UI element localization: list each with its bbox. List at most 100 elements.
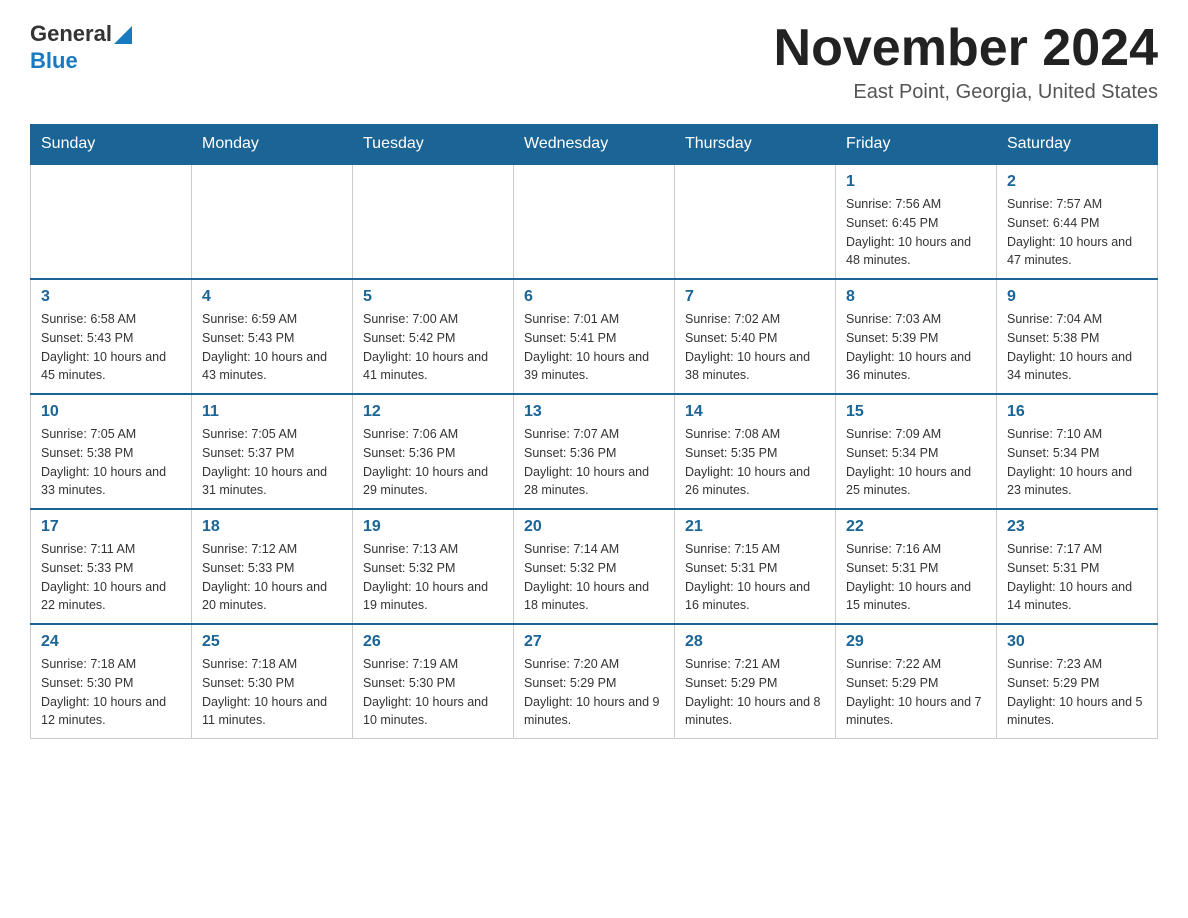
week-row-5: 24 Sunrise: 7:18 AMSunset: 5:30 PMDayligh… — [31, 624, 1158, 739]
day-info: Sunrise: 7:57 AMSunset: 6:44 PMDaylight:… — [1007, 195, 1147, 270]
day-number: 10 — [41, 403, 181, 421]
col-header-monday: Monday — [192, 125, 353, 165]
calendar-cell: 18 Sunrise: 7:12 AMSunset: 5:33 PMDayligh… — [192, 509, 353, 624]
calendar-cell: 25 Sunrise: 7:18 AMSunset: 5:30 PMDayligh… — [192, 624, 353, 739]
day-number: 29 — [846, 633, 986, 651]
col-header-saturday: Saturday — [997, 125, 1158, 165]
calendar-cell: 23Sunrise: 7:17 AMSunset: 5:31 PMDayligh… — [997, 509, 1158, 624]
day-number: 20 — [524, 518, 664, 536]
day-info: Sunrise: 7:09 AMSunset: 5:34 PMDaylight:… — [846, 425, 986, 500]
calendar-cell: 21 Sunrise: 7:15 AMSunset: 5:31 PMDayligh… — [675, 509, 836, 624]
calendar-cell — [353, 164, 514, 279]
calendar-cell: 19 Sunrise: 7:13 AMSunset: 5:32 PMDayligh… — [353, 509, 514, 624]
logo: General Blue — [30, 20, 132, 73]
day-number: 5 — [363, 288, 503, 306]
week-row-3: 10Sunrise: 7:05 AMSunset: 5:38 PMDayligh… — [31, 394, 1158, 509]
day-info: Sunrise: 7:12 AMSunset: 5:33 PMDaylight:… — [202, 540, 342, 615]
day-info: Sunrise: 6:58 AMSunset: 5:43 PMDaylight:… — [41, 310, 181, 385]
calendar-cell: 12 Sunrise: 7:06 AMSunset: 5:36 PMDayligh… — [353, 394, 514, 509]
day-number: 7 — [685, 288, 825, 306]
day-info: Sunrise: 7:13 AMSunset: 5:32 PMDaylight:… — [363, 540, 503, 615]
calendar-cell: 11 Sunrise: 7:05 AMSunset: 5:37 PMDayligh… — [192, 394, 353, 509]
calendar-cell: 30Sunrise: 7:23 AMSunset: 5:29 PMDayligh… — [997, 624, 1158, 739]
calendar-cell: 10Sunrise: 7:05 AMSunset: 5:38 PMDayligh… — [31, 394, 192, 509]
day-number: 28 — [685, 633, 825, 651]
calendar-cell: 2 Sunrise: 7:57 AMSunset: 6:44 PMDaylight… — [997, 164, 1158, 279]
day-info: Sunrise: 7:19 AMSunset: 5:30 PMDaylight:… — [363, 655, 503, 730]
day-info: Sunrise: 7:05 AMSunset: 5:37 PMDaylight:… — [202, 425, 342, 500]
day-info: Sunrise: 7:23 AMSunset: 5:29 PMDaylight:… — [1007, 655, 1147, 730]
day-number: 21 — [685, 518, 825, 536]
calendar-cell: 9 Sunrise: 7:04 AMSunset: 5:38 PMDaylight… — [997, 279, 1158, 394]
day-number: 9 — [1007, 288, 1147, 306]
day-number: 16 — [1007, 403, 1147, 421]
day-number: 2 — [1007, 173, 1147, 191]
calendar-cell: 13 Sunrise: 7:07 AMSunset: 5:36 PMDayligh… — [514, 394, 675, 509]
calendar-cell: 28 Sunrise: 7:21 AMSunset: 5:29 PMDayligh… — [675, 624, 836, 739]
day-info: Sunrise: 6:59 AMSunset: 5:43 PMDaylight:… — [202, 310, 342, 385]
day-info: Sunrise: 7:56 AMSunset: 6:45 PMDaylight:… — [846, 195, 986, 270]
col-header-sunday: Sunday — [31, 125, 192, 165]
day-number: 24 — [41, 633, 181, 651]
day-number: 18 — [202, 518, 342, 536]
calendar-cell — [514, 164, 675, 279]
calendar-cell: 15 Sunrise: 7:09 AMSunset: 5:34 PMDayligh… — [836, 394, 997, 509]
day-number: 26 — [363, 633, 503, 651]
day-number: 11 — [202, 403, 342, 421]
calendar-cell: 8 Sunrise: 7:03 AMSunset: 5:39 PMDaylight… — [836, 279, 997, 394]
calendar-cell — [675, 164, 836, 279]
day-info: Sunrise: 7:21 AMSunset: 5:29 PMDaylight:… — [685, 655, 825, 730]
day-number: 3 — [41, 288, 181, 306]
calendar-cell: 3 Sunrise: 6:58 AMSunset: 5:43 PMDaylight… — [31, 279, 192, 394]
day-number: 25 — [202, 633, 342, 651]
calendar-cell: 22 Sunrise: 7:16 AMSunset: 5:31 PMDayligh… — [836, 509, 997, 624]
title-area: November 2024 East Point, Georgia, Unite… — [774, 20, 1158, 104]
calendar-cell: 26 Sunrise: 7:19 AMSunset: 5:30 PMDayligh… — [353, 624, 514, 739]
calendar-cell: 16 Sunrise: 7:10 AMSunset: 5:34 PMDayligh… — [997, 394, 1158, 509]
day-number: 8 — [846, 288, 986, 306]
day-info: Sunrise: 7:03 AMSunset: 5:39 PMDaylight:… — [846, 310, 986, 385]
location-title: East Point, Georgia, United States — [774, 81, 1158, 104]
logo-triangle-icon — [114, 26, 132, 44]
day-info: Sunrise: 7:11 AMSunset: 5:33 PMDaylight:… — [41, 540, 181, 615]
col-header-friday: Friday — [836, 125, 997, 165]
day-number: 19 — [363, 518, 503, 536]
day-info: Sunrise: 7:10 AMSunset: 5:34 PMDaylight:… — [1007, 425, 1147, 500]
calendar-cell: 20 Sunrise: 7:14 AMSunset: 5:32 PMDayligh… — [514, 509, 675, 624]
day-info: Sunrise: 7:22 AMSunset: 5:29 PMDaylight:… — [846, 655, 986, 730]
day-info: Sunrise: 7:02 AMSunset: 5:40 PMDaylight:… — [685, 310, 825, 385]
day-info: Sunrise: 7:18 AMSunset: 5:30 PMDaylight:… — [41, 655, 181, 730]
day-number: 15 — [846, 403, 986, 421]
day-number: 1 — [846, 173, 986, 191]
day-info: Sunrise: 7:00 AMSunset: 5:42 PMDaylight:… — [363, 310, 503, 385]
day-info: Sunrise: 7:17 AMSunset: 5:31 PMDaylight:… — [1007, 540, 1147, 615]
day-info: Sunrise: 7:14 AMSunset: 5:32 PMDaylight:… — [524, 540, 664, 615]
week-row-1: 1 Sunrise: 7:56 AMSunset: 6:45 PMDaylight… — [31, 164, 1158, 279]
month-title: November 2024 — [774, 20, 1158, 77]
day-info: Sunrise: 7:07 AMSunset: 5:36 PMDaylight:… — [524, 425, 664, 500]
day-info: Sunrise: 7:06 AMSunset: 5:36 PMDaylight:… — [363, 425, 503, 500]
day-number: 4 — [202, 288, 342, 306]
col-header-thursday: Thursday — [675, 125, 836, 165]
calendar-cell: 24 Sunrise: 7:18 AMSunset: 5:30 PMDayligh… — [31, 624, 192, 739]
week-row-4: 17 Sunrise: 7:11 AMSunset: 5:33 PMDayligh… — [31, 509, 1158, 624]
calendar-table: SundayMondayTuesdayWednesdayThursdayFrid… — [30, 124, 1158, 739]
day-number: 13 — [524, 403, 664, 421]
day-number: 17 — [41, 518, 181, 536]
day-info: Sunrise: 7:16 AMSunset: 5:31 PMDaylight:… — [846, 540, 986, 615]
calendar-cell: 17 Sunrise: 7:11 AMSunset: 5:33 PMDayligh… — [31, 509, 192, 624]
day-info: Sunrise: 7:04 AMSunset: 5:38 PMDaylight:… — [1007, 310, 1147, 385]
day-number: 14 — [685, 403, 825, 421]
calendar-cell: 1 Sunrise: 7:56 AMSunset: 6:45 PMDaylight… — [836, 164, 997, 279]
day-number: 12 — [363, 403, 503, 421]
day-number: 22 — [846, 518, 986, 536]
day-info: Sunrise: 7:18 AMSunset: 5:30 PMDaylight:… — [202, 655, 342, 730]
day-info: Sunrise: 7:15 AMSunset: 5:31 PMDaylight:… — [685, 540, 825, 615]
day-number: 6 — [524, 288, 664, 306]
calendar-cell — [31, 164, 192, 279]
page-header: General Blue November 2024 East Point, G… — [30, 20, 1158, 104]
day-info: Sunrise: 7:20 AMSunset: 5:29 PMDaylight:… — [524, 655, 664, 730]
calendar-cell — [192, 164, 353, 279]
week-row-2: 3 Sunrise: 6:58 AMSunset: 5:43 PMDaylight… — [31, 279, 1158, 394]
calendar-cell: 7 Sunrise: 7:02 AMSunset: 5:40 PMDaylight… — [675, 279, 836, 394]
